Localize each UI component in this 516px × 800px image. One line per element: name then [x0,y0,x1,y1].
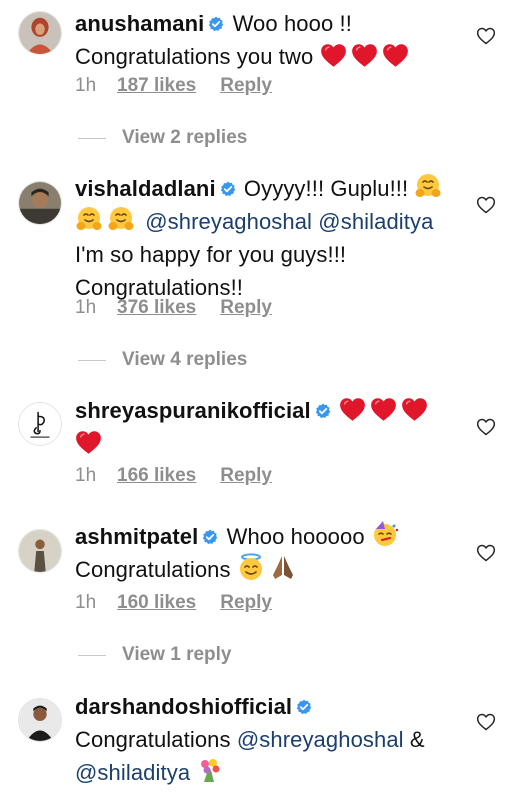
comment-meta: 1h 376 likes Reply [75,297,272,319]
comment-body: I'm so happy for you guys!!! [75,242,347,267]
divider [78,654,106,656]
red-heart-emoji [320,43,347,68]
username[interactable]: vishaldadlani [75,176,216,201]
red-heart-emoji [339,397,366,422]
comment-body: & [409,727,425,752]
avatar[interactable] [18,181,62,225]
username[interactable]: ashmitpatel [75,524,198,549]
comment-body: Woo hooo !! [232,11,352,36]
comment-body: Congratulations [75,727,231,752]
folded-hands-emoji [269,553,297,581]
red-heart-emoji [370,397,397,422]
like-heart-icon[interactable] [476,417,496,437]
verified-badge-icon [202,529,218,545]
view-replies-label: View 1 reply [122,644,232,665]
verified-badge-icon [220,181,236,197]
avatar-image [19,403,61,445]
hugging-face-emoji [107,205,135,233]
verified-badge-icon [208,16,224,32]
comment-body: Congratulations [75,557,231,582]
reply-button[interactable]: Reply [220,592,272,614]
timestamp: 1h [75,465,97,486]
timestamp: 1h [75,297,97,318]
view-replies-label: View 2 replies [122,127,248,148]
comment-body: Oyyyy!!! Guplu!!! [243,176,409,201]
avatar-image [19,530,61,572]
comment-text: ashmitpatel Whoo hooooo Congratulations [75,520,470,586]
likes-count[interactable]: 160 likes [117,592,196,614]
mention-link[interactable]: @shiladitya [318,209,433,234]
reply-button[interactable]: Reply [220,75,272,97]
avatar[interactable] [18,529,62,573]
username[interactable]: anushamani [75,11,204,36]
comment-text: darshandoshiofficial Congratulations @sh… [75,690,470,789]
timestamp: 1h [75,75,97,96]
comment-body: Congratulations you two [75,44,314,69]
avatar-image [19,12,61,54]
red-heart-emoji [401,397,428,422]
avatar-image [19,182,61,224]
comment-body: Whoo hooooo [226,524,365,549]
view-replies-button[interactable]: View 4 replies [78,349,247,371]
hugging-face-emoji [414,172,442,200]
reply-button[interactable]: Reply [220,465,272,487]
red-heart-emoji [382,43,409,68]
like-heart-icon[interactable] [476,26,496,46]
view-replies-label: View 4 replies [122,349,248,370]
view-replies-button[interactable]: View 2 replies [78,127,247,149]
mention-link[interactable]: @shreyaghoshal [145,209,312,234]
view-replies-button[interactable]: View 1 reply [78,644,232,666]
comment-text: vishaldadlani Oyyyy!!! Guplu!!! @shreyag… [75,172,470,304]
timestamp: 1h [75,592,97,613]
partying-face-emoji [371,520,399,548]
like-heart-icon[interactable] [476,712,496,732]
divider [78,359,106,361]
comment-meta: 1h 187 likes Reply [75,75,272,97]
bouquet-emoji [196,756,224,784]
comment-text: shreyaspuranikofficial [75,394,470,460]
red-heart-emoji [351,43,378,68]
avatar[interactable] [18,402,62,446]
avatar-image [19,699,61,741]
comment-meta: 1h 166 likes Reply [75,465,272,487]
like-heart-icon[interactable] [476,543,496,563]
avatar[interactable] [18,11,62,55]
reply-button[interactable]: Reply [220,297,272,319]
verified-badge-icon [315,403,331,419]
comment-meta: 1h 160 likes Reply [75,592,272,614]
divider [78,137,106,139]
avatar[interactable] [18,698,62,742]
hugging-face-emoji [75,205,103,233]
likes-count[interactable]: 187 likes [117,75,196,97]
comment-text: anushamani Woo hooo !! Congratulations y… [75,7,470,73]
mention-link[interactable]: @shreyaghoshal [237,727,404,752]
likes-count[interactable]: 166 likes [117,465,196,487]
mention-link[interactable]: @shiladitya [75,760,190,785]
likes-count[interactable]: 376 likes [117,297,196,319]
smiling-face-with-halo-emoji [237,553,265,581]
username[interactable]: shreyaspuranikofficial [75,398,311,423]
verified-badge-icon [296,699,312,715]
like-heart-icon[interactable] [476,195,496,215]
username[interactable]: darshandoshiofficial [75,694,292,719]
red-heart-emoji [75,430,102,455]
